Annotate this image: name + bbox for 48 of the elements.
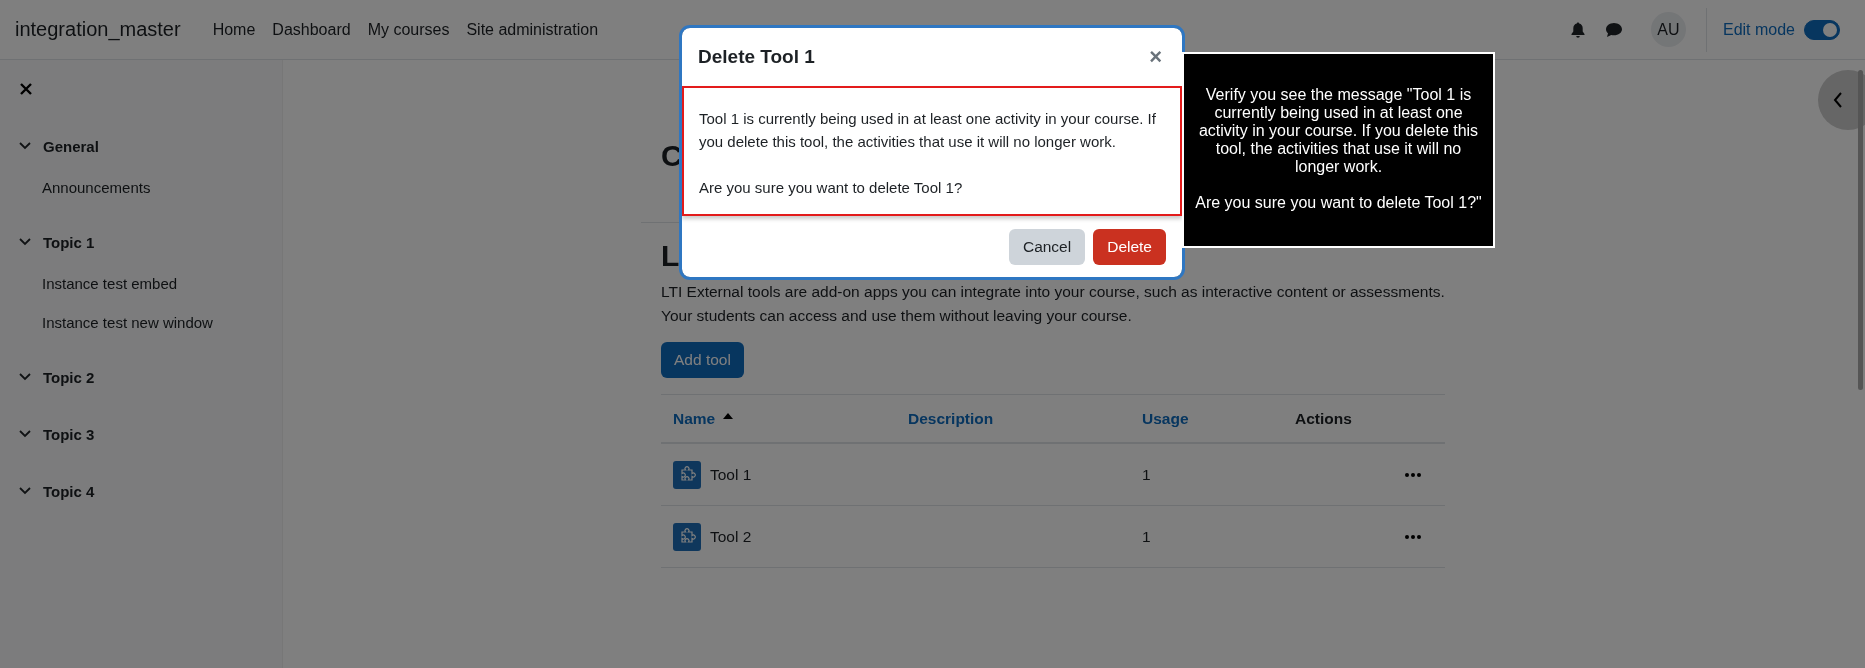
tool-name: Tool 1 [710,465,752,484]
edit-mode-toggle[interactable] [1804,19,1840,40]
cancel-button[interactable]: Cancel [1008,229,1086,265]
usage-count: 1 [1142,465,1151,484]
activity-link[interactable]: Announcements [42,179,282,197]
user-avatar[interactable]: AU [1650,12,1686,47]
add-tool-button[interactable]: Add tool [661,342,744,378]
section-link[interactable]: Topic 2 [43,368,95,386]
chevron-left-icon[interactable] [1832,91,1844,109]
tool-name: Tool 2 [710,527,752,546]
chevron-icon[interactable] [19,373,31,381]
close-button[interactable]: × [1145,44,1166,70]
chevron-icon[interactable] [19,238,31,246]
page-heading: L [661,239,680,274]
chevron-icon[interactable] [19,430,31,438]
description-text: LTI External tools are add-on apps you can integrate into your course, such as interactive content or assessments. Your students can access and use them without leaving your course. [661,282,1445,326]
section-link[interactable]: Topic 3 [43,425,95,443]
nav-link[interactable]: Home [212,20,256,39]
tooltip-text: Are you sure you want to delete Tool 1?" [1194,194,1483,212]
bell-icon[interactable] [1570,21,1585,38]
dialog-title: Delete Tool 1 [698,46,815,68]
dialog-message: Are you sure you want to delete Tool 1? [699,178,964,198]
column-header[interactable]: Description [908,409,994,428]
site-name[interactable]: integration_master [15,18,181,41]
tooltip-text: Verify you see the message "Tool 1 is currently being used in at least one activity in your course. If you delete this tool, the activities that use it will no longer work. [1197,86,1480,176]
column-header[interactable]: Name [673,409,716,428]
usage-count: 1 [1142,527,1151,546]
more-icon[interactable] [1405,534,1421,539]
nav-link[interactable]: Site administration [466,20,599,39]
delete-button[interactable]: Delete [1093,229,1166,265]
section-link[interactable]: General [43,137,99,155]
column-header[interactable]: Usage [1142,409,1189,428]
chevron-icon[interactable] [19,142,31,150]
nav-link[interactable]: Dashboard [272,20,351,39]
activity-link[interactable]: Instance test new window [42,314,282,332]
more-icon[interactable] [1405,472,1421,477]
section-link[interactable]: Topic 4 [43,482,95,500]
section-link[interactable]: Topic 1 [43,233,95,251]
edit-mode-label[interactable]: Edit mode [1722,20,1795,39]
puzzle-icon [673,460,701,489]
dialog-message: Tool 1 is currently being used in at least one activity in your course. If you delete this tool, the activities that use it will no longer work. [699,109,1157,152]
activity-link[interactable]: Instance test embed [42,275,282,293]
close-icon[interactable] [19,82,33,96]
nav-link[interactable]: My courses [367,20,450,39]
column-header: Actions [1295,409,1352,428]
puzzle-icon [673,522,701,551]
chevron-icon[interactable] [19,487,31,495]
chat-icon[interactable] [1604,21,1623,38]
